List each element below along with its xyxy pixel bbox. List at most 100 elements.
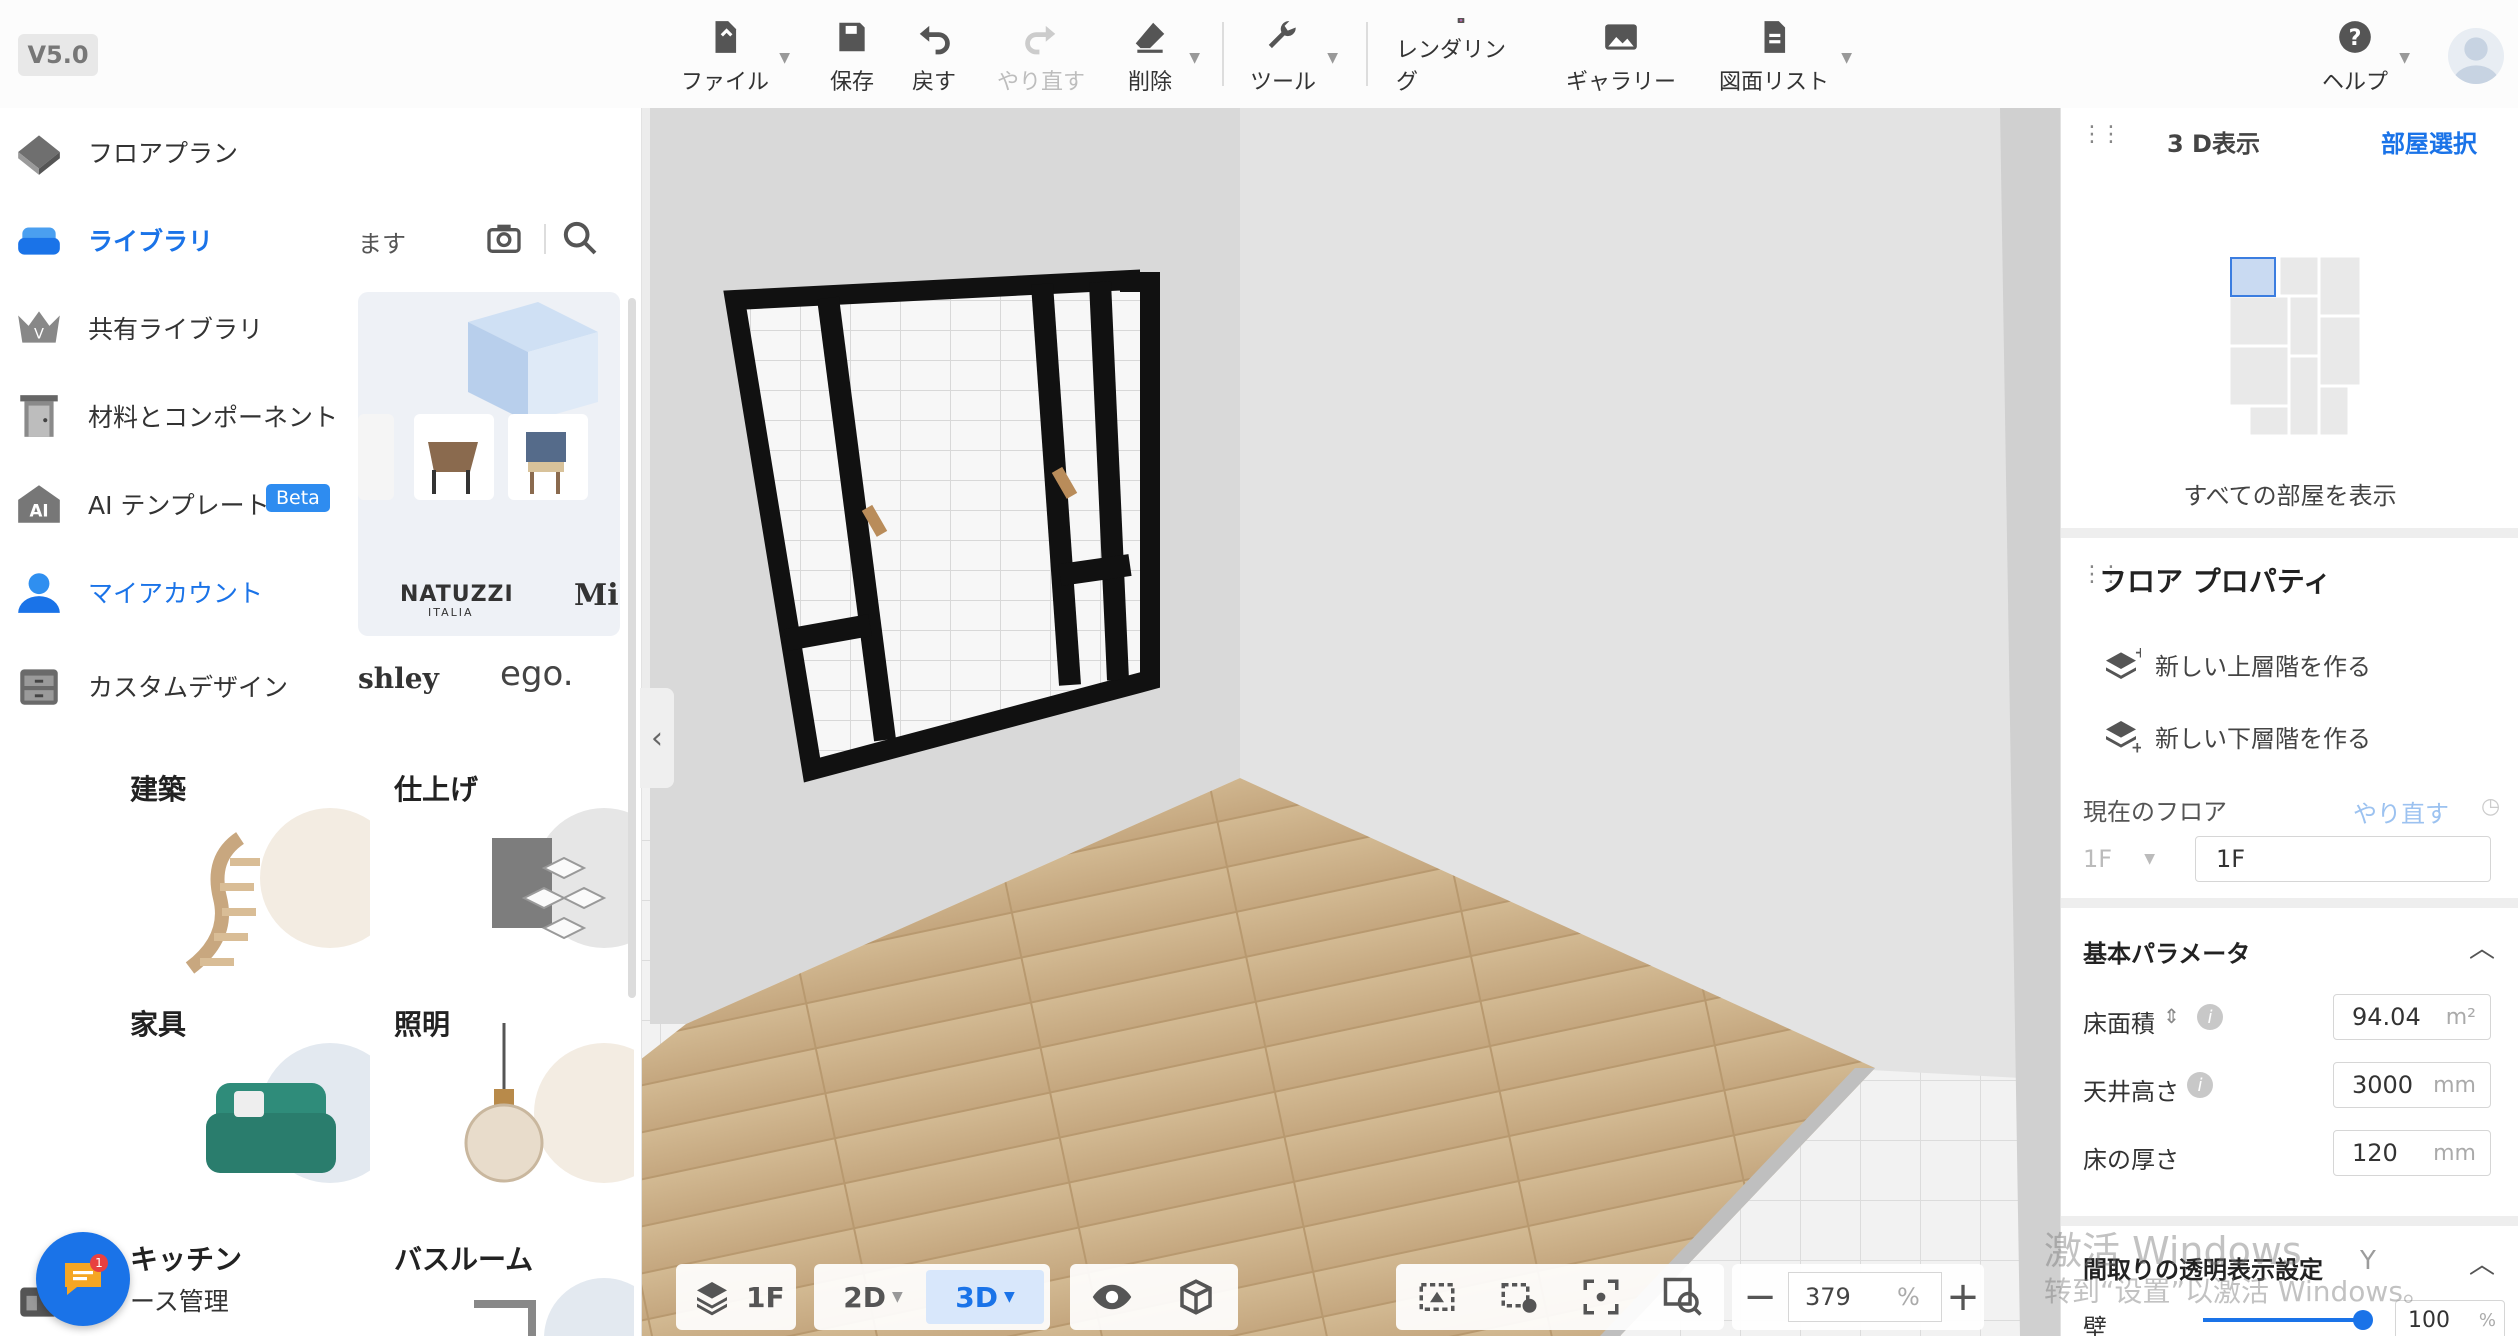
layers-add-icon: + — [2106, 721, 2141, 756]
zoom-area-icon[interactable] — [1662, 1276, 1704, 1318]
zoom-in-button[interactable]: + — [1942, 1274, 1984, 1320]
brand-natuzzi-sub: ITALIA — [428, 606, 474, 619]
redo-link[interactable]: やり直す — [2353, 794, 2449, 829]
room-select-link[interactable]: 部屋選択 — [2381, 124, 2477, 159]
info-icon[interactable]: i — [2187, 1072, 2213, 1098]
brand-ashley[interactable]: shley — [358, 662, 439, 695]
avatar[interactable] — [2448, 28, 2504, 84]
camera-icon — [1457, 18, 1465, 23]
crown-icon: V — [14, 303, 64, 353]
collapse-chevron-icon[interactable]: ︿ — [2469, 1244, 2495, 1281]
collapse-chevron-icon[interactable]: ︿ — [2469, 928, 2495, 965]
floor-area-input[interactable]: 94.04 m² — [2333, 994, 2491, 1040]
new-lower-floor-button[interactable]: + 新しい下層階を作る — [2101, 714, 2371, 758]
file-menu-button[interactable]: ファイル ▼ — [680, 16, 790, 96]
brand-minotti[interactable]: Mi — [574, 578, 619, 613]
zoom-out-button[interactable]: − — [1732, 1274, 1788, 1320]
svg-text:AI: AI — [29, 502, 48, 521]
sidebar-nav: フロアプラン ライブラリ V 共有ライブラリ 材料とコンポーネント AI AI … — [0, 108, 358, 1336]
chevron-down-icon: ▼ — [891, 1289, 903, 1305]
layers-icon — [697, 1282, 727, 1316]
sidebar-item-library[interactable]: ライブラリ — [0, 200, 358, 280]
view-mode-switcher: 2D ▼ 3D ▼ — [814, 1264, 1050, 1330]
library-scrollbar[interactable] — [628, 298, 636, 998]
undo-icon — [919, 25, 950, 55]
drawing-list-button[interactable]: 図面リスト ▼ — [1716, 16, 1852, 96]
selected-room — [2230, 257, 2276, 297]
ceiling-height-input[interactable]: 3000 mm — [2333, 1062, 2491, 1108]
window-opening — [723, 269, 1160, 783]
undo-button[interactable]: 戻す — [904, 16, 964, 96]
brand-natuzzi[interactable]: NATUZZI — [400, 582, 514, 607]
new-upper-floor-button[interactable]: + 新しい上層階を作る — [2101, 642, 2371, 686]
wall-transparency-slider[interactable] — [2203, 1310, 2373, 1330]
chevron-down-icon: ▼ — [2399, 50, 2410, 66]
chat-badge: 1 — [90, 1254, 108, 1272]
chevron-left-icon: ‹ — [651, 720, 663, 756]
beta-badge: Beta — [266, 484, 330, 512]
top-toolbar: V5.0 ファイル ▼ 保存 戻す やり直す 削除 ▼ ツール ▼ レンダリング… — [0, 0, 2518, 108]
faucet-icon — [474, 1278, 634, 1336]
gallery-button[interactable]: ギャラリー — [1566, 16, 1676, 96]
sidebar-item-floorplan[interactable]: フロアプラン — [0, 112, 358, 192]
floor-select-dropdown[interactable]: 1F ▼ — [2083, 836, 2155, 882]
gallery-icon — [1605, 24, 1637, 50]
fit-view-icon[interactable] — [1580, 1276, 1622, 1318]
ai-icon: AI — [14, 479, 64, 529]
floor-name-input[interactable]: 1F — [2195, 836, 2491, 882]
toolbar-divider — [1366, 22, 1368, 86]
help-icon: ? — [2339, 21, 2371, 53]
floorplan-icon — [14, 127, 64, 177]
sidebar-item-ai-template[interactable]: AI AI テンプレート Beta — [0, 464, 358, 544]
display-controls — [1070, 1264, 1238, 1330]
search-hint-text: ます — [358, 230, 406, 258]
version-badge: V5.0 — [18, 34, 98, 76]
zoom-controls: − 379 % + — [1732, 1264, 1984, 1330]
eye-icon[interactable] — [1091, 1276, 1133, 1318]
file-icon — [715, 21, 737, 53]
category-lighting[interactable]: 照明 — [394, 1003, 674, 1233]
search-button[interactable] — [560, 218, 600, 258]
eraser-icon — [1135, 22, 1165, 53]
floor-thickness-input[interactable]: 120 mm — [2333, 1130, 2491, 1176]
view-settings-icon[interactable] — [1498, 1276, 1540, 1318]
sofa-icon — [14, 215, 64, 265]
chevron-down-icon: ▼ — [2144, 851, 2155, 867]
category-finishes[interactable]: 仕上げ — [394, 768, 674, 998]
tools-menu-button[interactable]: ツール ▼ — [1248, 16, 1338, 96]
minimap[interactable] — [2229, 246, 2369, 446]
door-icon — [14, 391, 64, 441]
section-divider — [2061, 898, 2518, 908]
show-all-rooms-link[interactable]: すべての部屋を表示 — [2061, 476, 2518, 511]
delete-button[interactable]: 削除 ▼ — [1120, 16, 1200, 96]
mode-2d-button[interactable]: 2D ▼ — [820, 1270, 926, 1324]
chevron-down-icon: ▼ — [1841, 50, 1852, 66]
save-button[interactable]: 保存 — [822, 16, 882, 96]
collapse-panel-button[interactable]: ‹ — [640, 688, 674, 788]
sidebar-item-my-account[interactable]: マイアカウント — [0, 552, 358, 632]
svg-text:+: + — [2134, 644, 2141, 661]
rendering-button[interactable]: レンダリング — [1396, 16, 1526, 96]
image-search-button[interactable] — [484, 218, 524, 258]
layers-add-icon: + — [2106, 644, 2141, 679]
chat-button[interactable]: 1 — [36, 1232, 130, 1326]
chevron-down-icon: ▼ — [1003, 1289, 1015, 1305]
floor-switcher[interactable]: 1F — [676, 1264, 796, 1330]
right-panel: ⋮⋮ 3 D表示 部屋選択 すべての部屋を表示 ⋮⋮ フロア プロパティ + 新… — [2060, 108, 2518, 1336]
zoom-input[interactable]: 379 % — [1788, 1272, 1942, 1322]
slider-knob[interactable] — [2353, 1310, 2373, 1330]
sidebar-item-materials[interactable]: 材料とコンポーネント — [0, 376, 358, 456]
redo-button[interactable]: やり直す — [996, 16, 1086, 96]
walk-view-icon[interactable] — [1416, 1276, 1458, 1318]
category-bathroom[interactable]: バスルーム — [394, 1238, 634, 1336]
brand-ego[interactable]: ego. — [500, 654, 574, 694]
sort-icon[interactable]: ⇕ — [2163, 1004, 2180, 1028]
help-button[interactable]: ? ヘルプ ▼ — [2320, 16, 2410, 96]
sidebar-item-custom-design[interactable]: カスタムデザイン — [0, 646, 358, 726]
user-icon — [14, 567, 64, 617]
cube-icon[interactable] — [1175, 1276, 1217, 1318]
mode-3d-button[interactable]: 3D ▼ — [926, 1270, 1044, 1324]
info-icon[interactable]: i — [2197, 1004, 2223, 1030]
drag-handle-icon[interactable]: ⋮⋮ — [2081, 122, 2122, 147]
sidebar-item-shared-library[interactable]: V 共有ライブラリ — [0, 288, 358, 368]
